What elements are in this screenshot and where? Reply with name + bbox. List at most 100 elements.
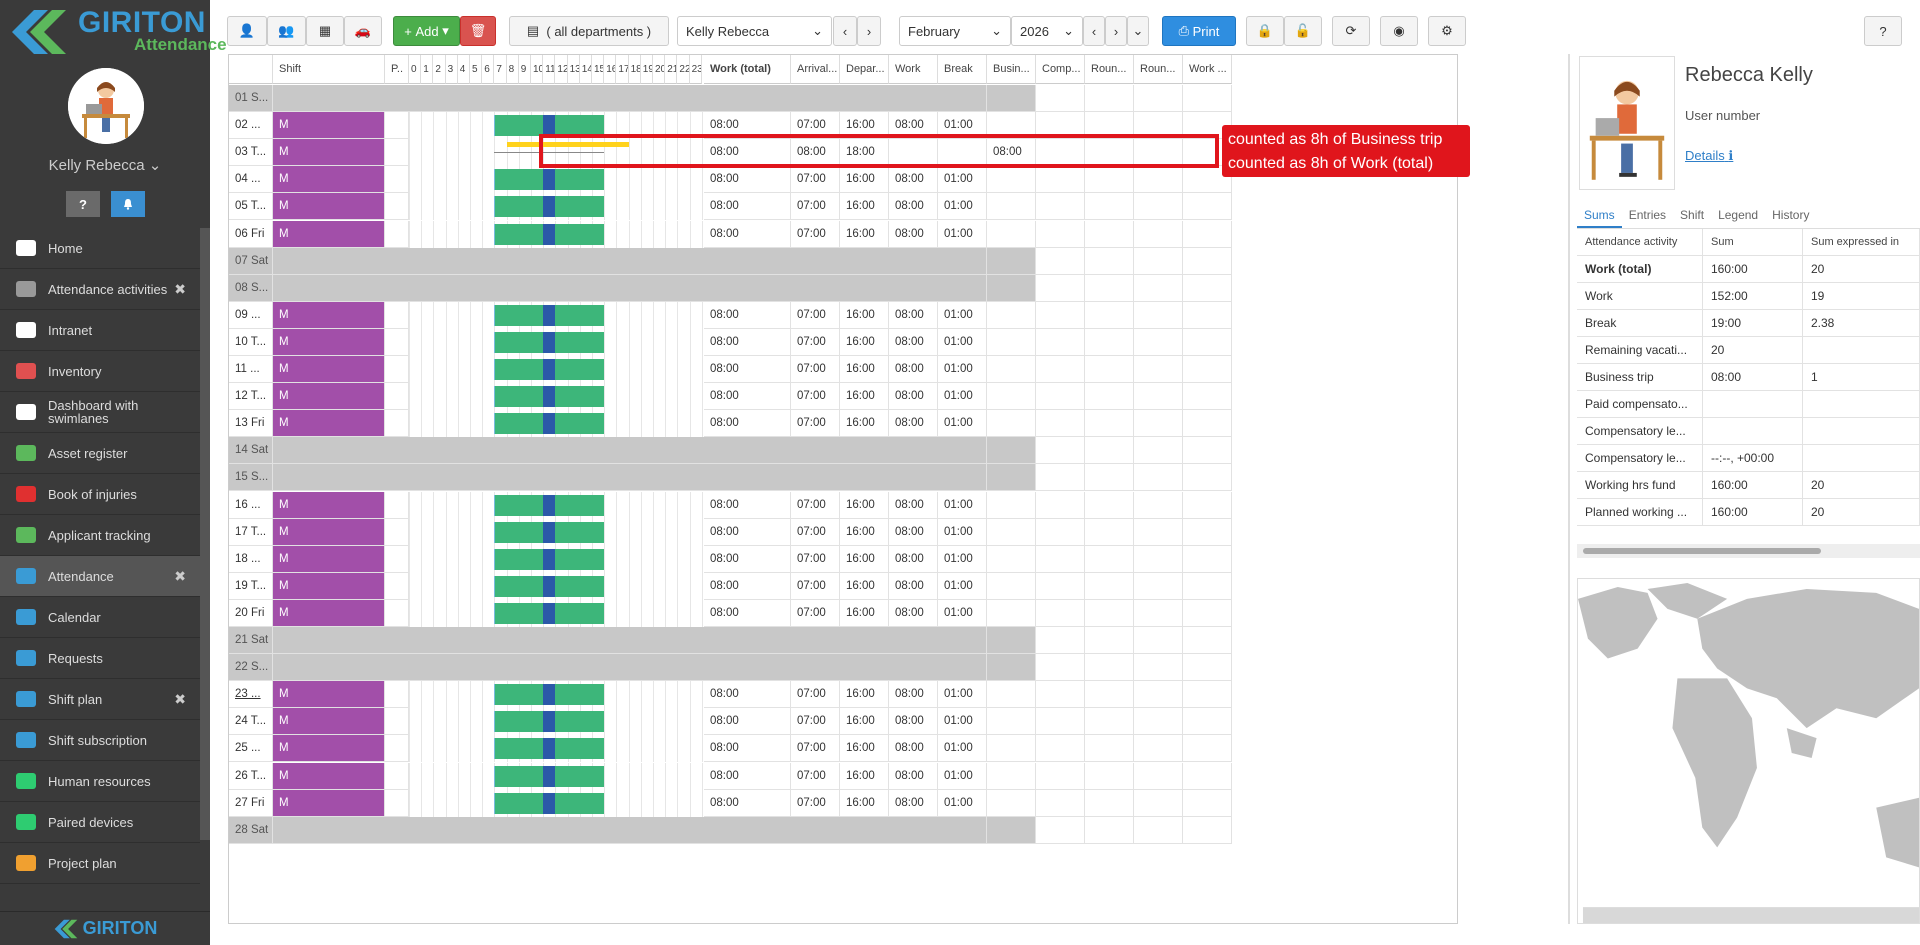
round-2-cell[interactable] xyxy=(1134,139,1183,167)
work-total-cell[interactable]: 08:00 xyxy=(704,789,791,817)
col-header-day[interactable] xyxy=(229,55,273,84)
unlock-button[interactable]: 🔓 xyxy=(1284,16,1322,46)
work-2-cell[interactable] xyxy=(1183,518,1232,546)
empty-cell[interactable] xyxy=(1134,274,1183,302)
shift-cell[interactable]: M xyxy=(273,762,385,790)
comp-cell[interactable] xyxy=(1036,708,1085,736)
business-cell[interactable] xyxy=(987,789,1036,817)
break-bar[interactable] xyxy=(543,386,556,408)
arrival-cell[interactable]: 07:00 xyxy=(791,545,840,573)
col-header-hour[interactable]: 5 xyxy=(470,55,483,84)
tab-sums[interactable]: Sums xyxy=(1577,204,1622,228)
employee-select[interactable]: Kelly Rebecca ⌄ xyxy=(677,16,832,46)
comp-cell[interactable] xyxy=(1036,762,1085,790)
col-header-round-1[interactable]: Roun... xyxy=(1085,55,1134,84)
work-cell[interactable]: 08:00 xyxy=(889,301,938,329)
col-header-hour[interactable]: 16 xyxy=(604,55,617,84)
break-cell[interactable]: 01:00 xyxy=(938,789,987,817)
round-2-cell[interactable] xyxy=(1134,572,1183,600)
nav-item-14[interactable]: Paired devices xyxy=(0,802,200,843)
arrival-cell[interactable]: 07:00 xyxy=(791,193,840,221)
empty-cell[interactable] xyxy=(1134,85,1183,112)
table-row[interactable]: 26 T... M 08:00 07:00 16:00 08:00 01:00 xyxy=(229,762,1459,790)
break-bar[interactable] xyxy=(543,792,556,814)
departure-cell[interactable]: 16:00 xyxy=(840,518,889,546)
round-2-cell[interactable] xyxy=(1134,491,1183,519)
day-cell[interactable]: 04 ... xyxy=(229,166,273,194)
work-cell[interactable]: 08:00 xyxy=(889,762,938,790)
work-2-cell[interactable] xyxy=(1183,762,1232,790)
col-header-hour[interactable]: 18 xyxy=(628,55,641,84)
round-2-cell[interactable] xyxy=(1134,545,1183,573)
round-1-cell[interactable] xyxy=(1085,572,1134,600)
table-row[interactable]: 14 Sat xyxy=(229,437,1459,465)
business-cell[interactable] xyxy=(987,572,1036,600)
round-2-cell[interactable] xyxy=(1134,112,1183,140)
p-cell[interactable] xyxy=(385,328,409,356)
shift-cell[interactable]: M xyxy=(273,545,385,573)
close-icon[interactable]: ✖ xyxy=(174,568,186,585)
day-cell[interactable]: 17 T... xyxy=(229,518,273,546)
day-cell[interactable]: 02 ... xyxy=(229,112,273,140)
weekend-band[interactable] xyxy=(273,464,987,492)
table-row[interactable]: 28 Sat xyxy=(229,816,1459,844)
calendar-button[interactable]: ▦ xyxy=(306,16,344,46)
gantt-timeline[interactable] xyxy=(409,112,703,140)
round-1-cell[interactable] xyxy=(1085,681,1134,709)
gantt-timeline[interactable] xyxy=(409,708,703,736)
departure-cell[interactable]: 18:00 xyxy=(840,139,889,167)
gantt-timeline[interactable] xyxy=(409,545,703,573)
work-cell[interactable]: 08:00 xyxy=(889,518,938,546)
shift-cell[interactable]: M xyxy=(273,139,385,167)
sums-header-cell[interactable]: Sum expressed in xyxy=(1803,229,1920,255)
round-1-cell[interactable] xyxy=(1085,139,1134,167)
empty-cell[interactable] xyxy=(1183,85,1232,112)
day-cell[interactable]: 21 Sat xyxy=(229,627,273,654)
sums-row[interactable]: Compensatory le... --:--, +00:00 xyxy=(1577,445,1920,472)
sums-row[interactable]: Break 19:00 2.38 xyxy=(1577,310,1920,337)
work-cell[interactable]: 08:00 xyxy=(889,328,938,356)
prev-employee-button[interactable]: ‹ xyxy=(833,16,857,46)
table-row[interactable]: 10 T... M 08:00 07:00 16:00 08:00 01:00 xyxy=(229,328,1459,356)
col-header-hour[interactable]: 3 xyxy=(445,55,458,84)
work-cell[interactable] xyxy=(889,139,938,167)
p-cell[interactable] xyxy=(385,789,409,817)
refresh-button[interactable]: ⟳ xyxy=(1332,16,1370,46)
work-cell[interactable]: 08:00 xyxy=(889,789,938,817)
work-total-cell[interactable]: 08:00 xyxy=(704,735,791,763)
empty-cell[interactable] xyxy=(1183,654,1232,682)
work-total-cell[interactable]: 08:00 xyxy=(704,681,791,709)
add-button[interactable]: + Add ▾ xyxy=(393,16,460,46)
round-2-cell[interactable] xyxy=(1134,383,1183,411)
day-cell[interactable]: 18 ... xyxy=(229,545,273,573)
break-cell[interactable]: 01:00 xyxy=(938,681,987,709)
nav-item-8[interactable]: Attendance ✖ xyxy=(0,556,200,597)
weekend-band[interactable] xyxy=(273,85,987,112)
gantt-timeline[interactable] xyxy=(409,328,703,356)
gantt-timeline[interactable] xyxy=(409,762,703,790)
nav-item-9[interactable]: Calendar xyxy=(0,597,200,638)
col-header-hour[interactable]: 12 xyxy=(555,55,568,84)
sums-row[interactable]: Work 152:00 19 xyxy=(1577,283,1920,310)
month-select[interactable]: February ⌄ xyxy=(899,16,1011,46)
col-header-hour[interactable]: 17 xyxy=(616,55,629,84)
break-bar[interactable] xyxy=(543,521,556,543)
work-2-cell[interactable] xyxy=(1183,789,1232,817)
work-2-cell[interactable] xyxy=(1183,410,1232,438)
departure-cell[interactable]: 16:00 xyxy=(840,708,889,736)
period-dropdown[interactable]: ⌄ xyxy=(1127,16,1149,46)
work-2-cell[interactable] xyxy=(1183,735,1232,763)
tab-entries[interactable]: Entries xyxy=(1622,204,1673,228)
col-header-hour[interactable]: 4 xyxy=(457,55,470,84)
col-header-shift[interactable]: Shift xyxy=(273,55,385,84)
departure-cell[interactable]: 16:00 xyxy=(840,356,889,383)
col-header-hour[interactable]: 19 xyxy=(640,55,653,84)
comp-cell[interactable] xyxy=(1036,735,1085,763)
round-1-cell[interactable] xyxy=(1085,410,1134,438)
day-cell[interactable]: 23 ... xyxy=(229,681,273,709)
round-2-cell[interactable] xyxy=(1134,356,1183,383)
delete-button[interactable]: 🗑 xyxy=(460,16,496,46)
break-bar[interactable] xyxy=(543,223,556,245)
empty-cell[interactable] xyxy=(987,464,1036,492)
weekend-band[interactable] xyxy=(273,816,987,844)
